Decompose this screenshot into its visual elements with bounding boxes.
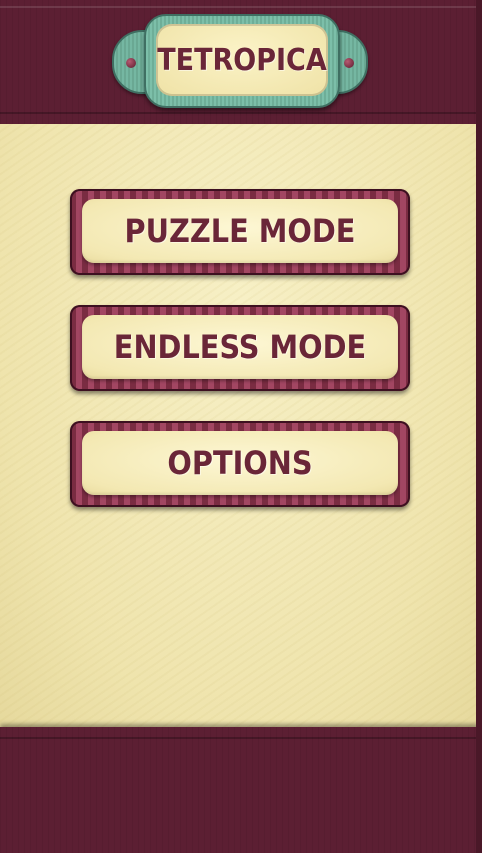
endless-mode-button[interactable]: ENDLESS MODE bbox=[70, 305, 410, 391]
sign-plate: TETROPICA bbox=[156, 24, 328, 96]
button-face: ENDLESS MODE bbox=[82, 315, 398, 379]
game-title: TETROPICA bbox=[157, 42, 327, 78]
bottom-banner bbox=[0, 727, 482, 853]
bolt-icon bbox=[344, 58, 354, 68]
endless-mode-label: ENDLESS MODE bbox=[113, 328, 367, 366]
puzzle-mode-label: PUZZLE MODE bbox=[124, 212, 356, 250]
sign-body: TETROPICA bbox=[144, 14, 340, 108]
puzzle-mode-button[interactable]: PUZZLE MODE bbox=[70, 189, 410, 275]
button-face: PUZZLE MODE bbox=[82, 199, 398, 263]
options-label: OPTIONS bbox=[167, 444, 313, 482]
bolt-icon bbox=[126, 58, 136, 68]
title-sign: TETROPICA bbox=[112, 14, 368, 108]
options-button[interactable]: OPTIONS bbox=[70, 421, 410, 507]
right-border bbox=[476, 0, 482, 853]
button-face: OPTIONS bbox=[82, 431, 398, 495]
